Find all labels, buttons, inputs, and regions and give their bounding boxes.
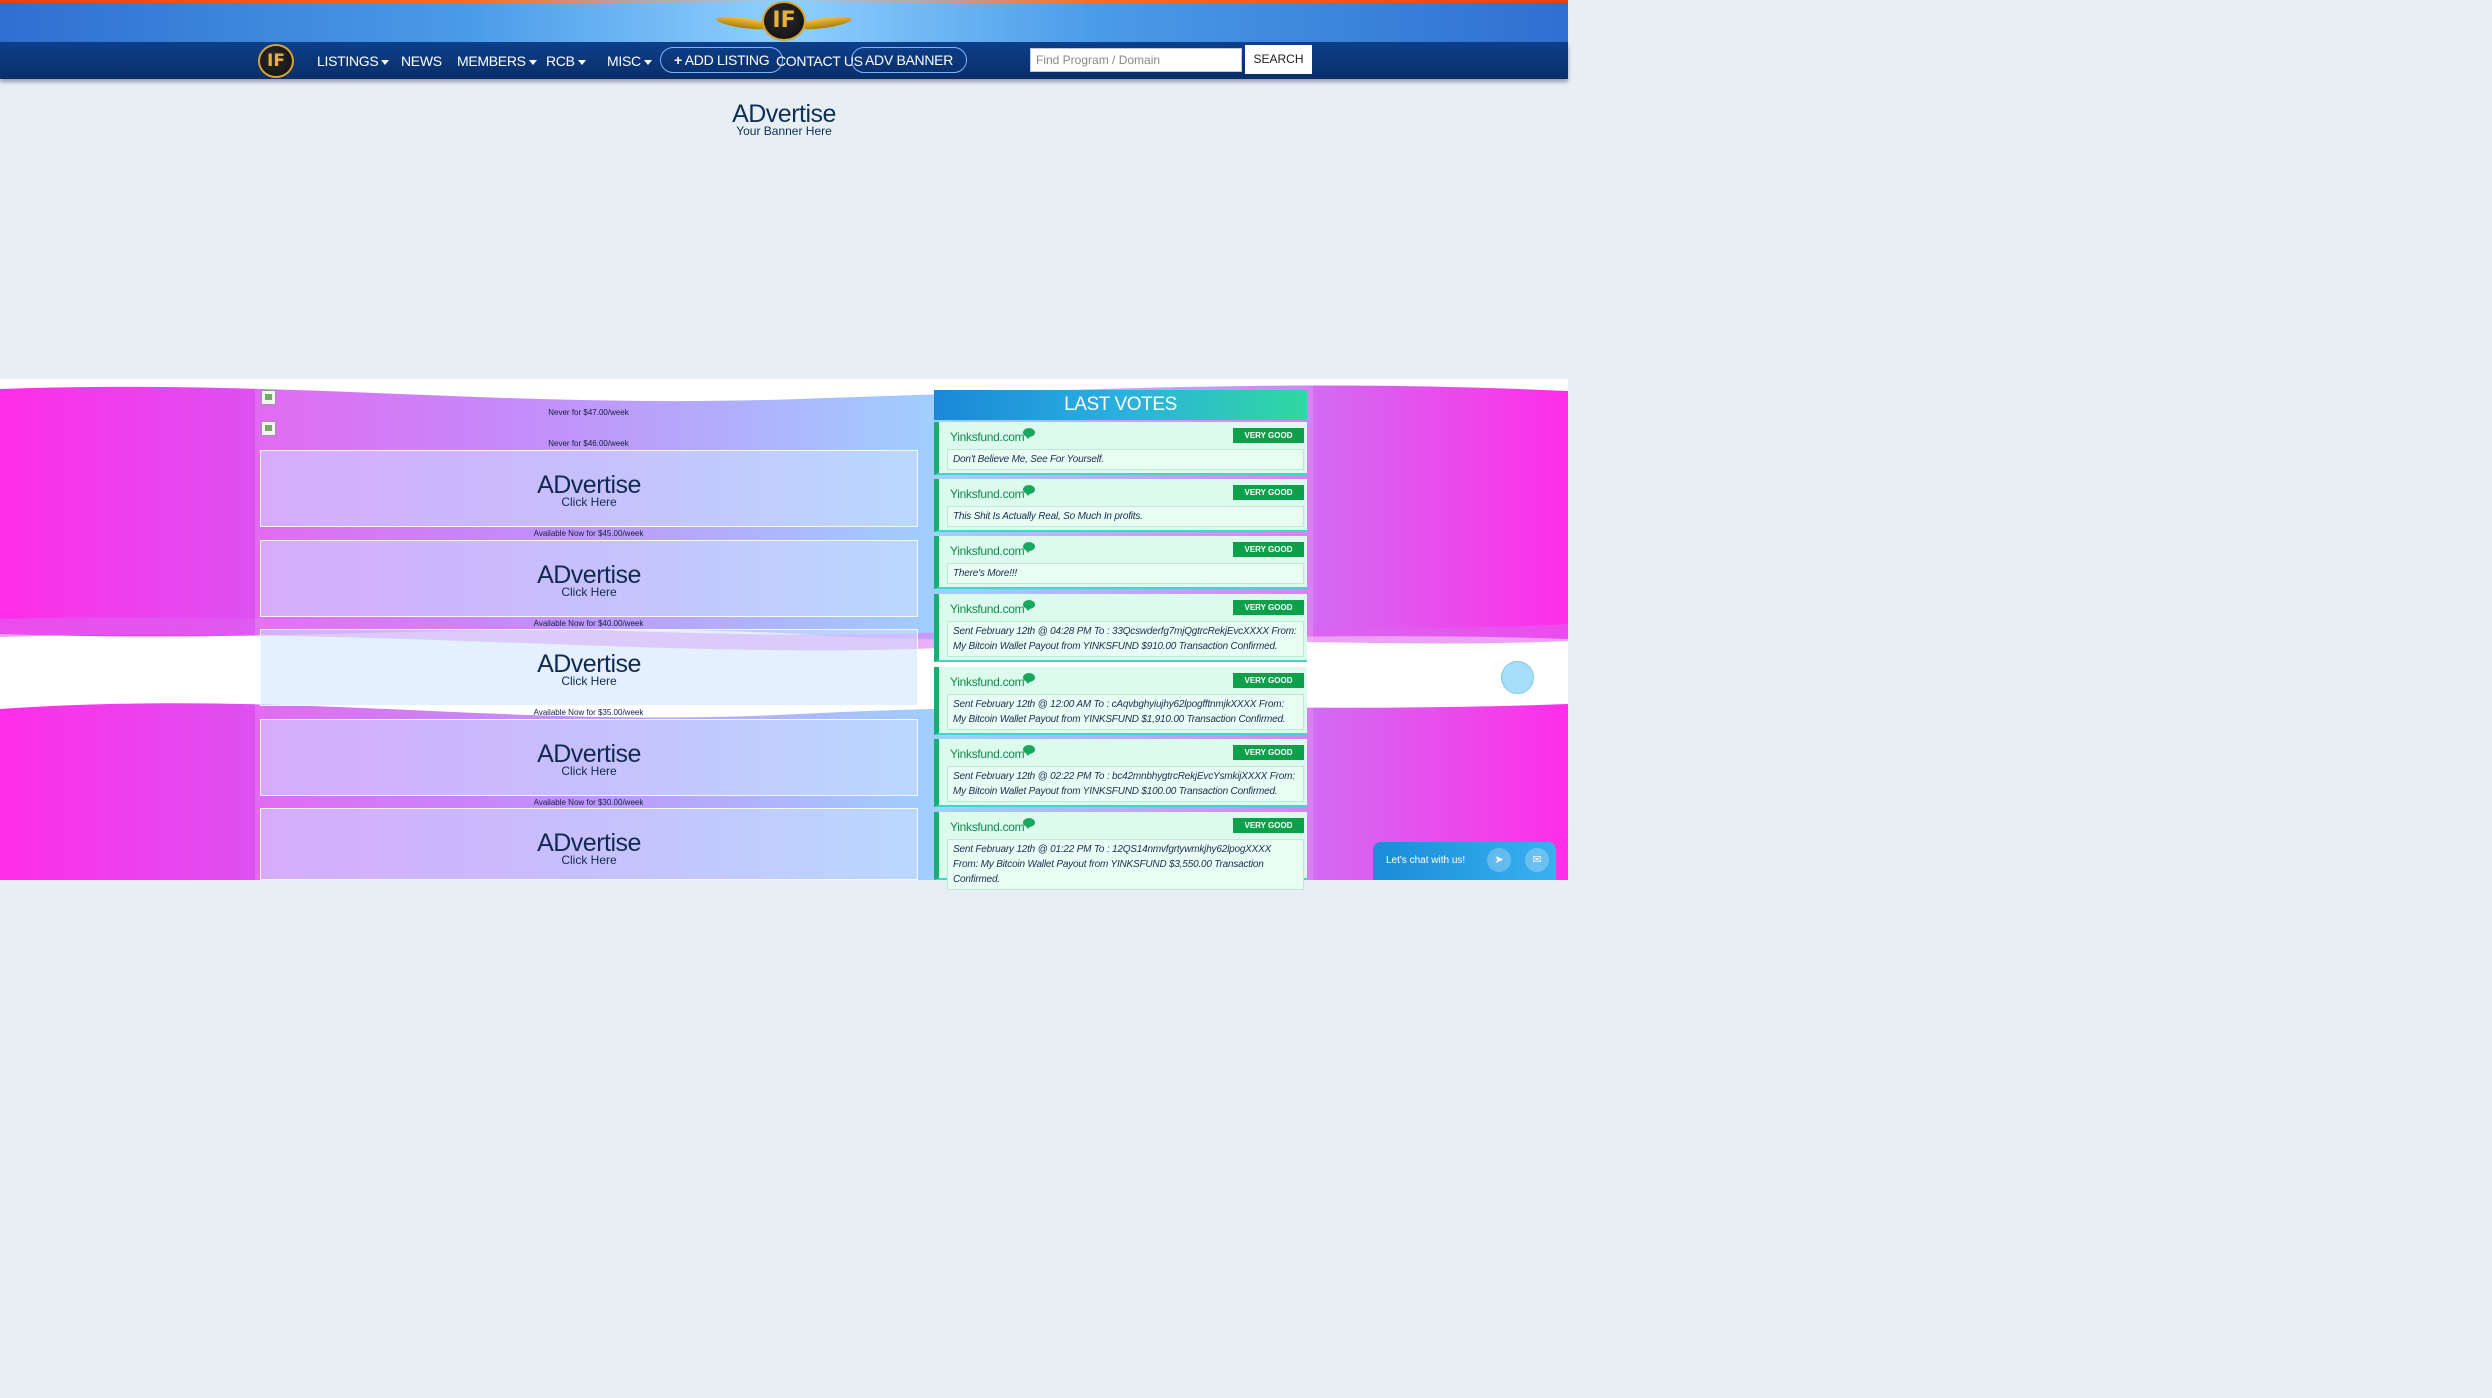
rating-badge: VERY GOOD: [1233, 745, 1304, 760]
ad-availability: Available Now for $40.00/week: [533, 619, 644, 628]
nav-listings-label: LISTINGS: [317, 53, 379, 69]
nav-members-label: MEMBERS: [457, 53, 526, 69]
vote-site-link[interactable]: Yinksfund.com: [950, 675, 1025, 689]
vote-message: There's More!!!: [947, 563, 1304, 584]
caret-down-icon: [577, 59, 586, 65]
vote-card: Yinksfund.com VERY GOOD Sent February 12…: [934, 667, 1307, 735]
nav-misc[interactable]: MISC: [607, 51, 652, 71]
search-input[interactable]: [1030, 48, 1242, 72]
comment-icon: [1023, 542, 1035, 553]
chat-widget-label[interactable]: Let's chat with us!: [1386, 855, 1465, 866]
add-listing-label: ADD LISTING: [684, 52, 770, 68]
nav-members[interactable]: MEMBERS: [457, 51, 537, 71]
vote-site-link[interactable]: Yinksfund.com: [950, 602, 1025, 616]
rating-badge: VERY GOOD: [1233, 542, 1304, 557]
vote-message: Sent February 12th @ 12:00 AM To : cAqvb…: [947, 694, 1304, 730]
comment-icon: [1023, 485, 1035, 496]
ad-slot-cta: Click Here: [561, 853, 617, 867]
ad-availability: Available Now for $30.00/week: [533, 798, 644, 807]
ad-slot-cta: Click Here: [561, 674, 617, 688]
vote-message: Don't Believe Me, See For Yourself.: [947, 449, 1304, 470]
ad-slot[interactable]: ADvertise Click Here: [260, 808, 918, 880]
adv-banner-button[interactable]: ADV BANNER: [851, 47, 968, 73]
rating-badge: VERY GOOD: [1233, 818, 1304, 833]
vote-card: Yinksfund.com VERY GOOD Sent February 12…: [934, 594, 1307, 662]
nav-misc-label: MISC: [607, 53, 641, 69]
plus-icon: +: [674, 52, 682, 68]
nav-contact-us[interactable]: CONTACT US: [776, 51, 863, 71]
vote-site-link[interactable]: Yinksfund.com: [950, 430, 1025, 444]
add-listing-button[interactable]: + ADD LISTING: [660, 47, 784, 73]
caret-down-icon: [381, 59, 390, 65]
last-votes-heading: LAST VOTES: [934, 390, 1307, 420]
ad-slot-cta: Click Here: [561, 495, 617, 509]
nav-rcb[interactable]: RCB: [546, 51, 586, 71]
vote-card: Yinksfund.com VERY GOOD This Shit Is Act…: [934, 479, 1307, 532]
nav-contact-label: CONTACT US: [776, 53, 863, 69]
ad-slot[interactable]: ADvertise Click Here: [260, 540, 918, 617]
ad-slot-cta: Click Here: [561, 585, 617, 599]
ad-slot-cta: Click Here: [561, 764, 617, 778]
vote-message: Sent February 12th @ 04:28 PM To : 33Qcs…: [947, 621, 1304, 657]
nav-news-label: NEWS: [401, 53, 442, 69]
nav-rcb-label: RCB: [546, 53, 575, 69]
caret-down-icon: [643, 59, 652, 65]
email-icon[interactable]: ✉: [1525, 848, 1549, 872]
vote-site-link[interactable]: Yinksfund.com: [950, 820, 1025, 834]
rating-badge: VERY GOOD: [1233, 428, 1304, 443]
vote-message: Sent February 12th @ 01:22 PM To : 12QS1…: [947, 839, 1304, 890]
comment-icon: [1023, 818, 1035, 829]
broken-image-icon[interactable]: [261, 421, 276, 436]
scroll-top-button[interactable]: [1501, 661, 1534, 694]
vote-site-link[interactable]: Yinksfund.com: [950, 487, 1025, 501]
comment-icon: [1023, 673, 1035, 684]
search-button[interactable]: SEARCH: [1245, 45, 1312, 74]
banner-subtitle[interactable]: Your Banner Here: [0, 124, 1568, 138]
ad-slot[interactable]: ADvertise Click Here: [260, 629, 918, 706]
ad-price-caption: Never for $47.00/week: [548, 408, 629, 417]
vote-site-link[interactable]: Yinksfund.com: [950, 747, 1025, 761]
rating-badge: VERY GOOD: [1233, 673, 1304, 688]
rating-badge: VERY GOOD: [1233, 485, 1304, 500]
vote-card: Yinksfund.com VERY GOOD Sent February 12…: [934, 812, 1307, 890]
rating-badge: VERY GOOD: [1233, 600, 1304, 615]
telegram-icon[interactable]: ➤: [1487, 848, 1511, 872]
vote-card: Yinksfund.com VERY GOOD There's More!!!: [934, 536, 1307, 589]
ad-availability: Available Now for $35.00/week: [533, 708, 644, 717]
comment-icon: [1023, 600, 1035, 611]
vote-card: Yinksfund.com VERY GOOD Don't Believe Me…: [934, 422, 1307, 475]
nav-news[interactable]: NEWS: [401, 51, 442, 71]
vote-message: This Shit Is Actually Real, So Much In p…: [947, 506, 1304, 527]
nav-listings[interactable]: LISTINGS: [317, 51, 390, 71]
ad-slot[interactable]: ADvertise Click Here: [260, 450, 918, 527]
site-logo[interactable]: IF: [762, 1, 806, 41]
adv-banner-label: ADV BANNER: [865, 52, 954, 68]
ad-slot[interactable]: ADvertise Click Here: [260, 719, 918, 796]
comment-icon: [1023, 428, 1035, 439]
nav-logo[interactable]: IF: [258, 44, 294, 78]
vote-card: Yinksfund.com VERY GOOD Sent February 12…: [934, 739, 1307, 807]
ad-price-caption: Never for $46.00/week: [548, 439, 629, 448]
broken-image-icon[interactable]: [261, 390, 276, 405]
vote-site-link[interactable]: Yinksfund.com: [950, 544, 1025, 558]
ad-availability: Available Now for $45.00/week: [533, 529, 644, 538]
comment-icon: [1023, 745, 1035, 756]
vote-message: Sent February 12th @ 02:22 PM To : bc42m…: [947, 766, 1304, 802]
caret-down-icon: [528, 59, 537, 65]
